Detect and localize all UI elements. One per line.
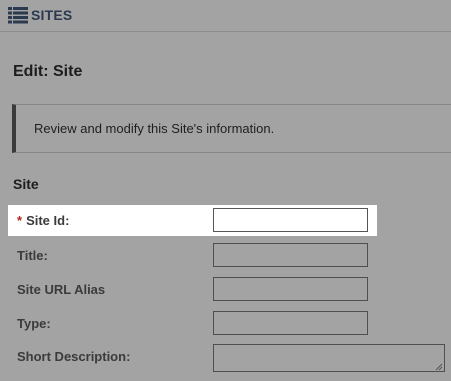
short-description-textarea[interactable] — [213, 344, 445, 372]
list-icon — [8, 7, 28, 24]
resize-handle-icon[interactable] — [435, 363, 443, 371]
sites-nav-link[interactable]: SITES — [8, 6, 72, 24]
type-row: Type: — [8, 308, 376, 338]
short-description-row: Short Description: — [8, 341, 451, 377]
page-title: Edit: Site — [13, 63, 83, 80]
title-input[interactable] — [213, 243, 368, 267]
required-marker: * — [17, 213, 23, 228]
instruction-box: Review and modify this Site's informatio… — [12, 104, 451, 153]
type-input[interactable] — [213, 311, 368, 335]
section-title: Site — [13, 176, 39, 192]
title-row: Title: — [8, 240, 376, 270]
title-label: Title: — [17, 248, 48, 263]
site-id-row: * Site Id: — [8, 205, 377, 236]
site-id-label-text: Site Id: — [26, 213, 70, 228]
type-label: Type: — [17, 316, 51, 331]
top-nav-bar: SITES — [0, 0, 451, 32]
instruction-text: Review and modify this Site's informatio… — [34, 121, 275, 136]
sites-label[interactable]: SITES — [31, 7, 72, 23]
site-url-alias-label: Site URL Alias — [17, 282, 106, 297]
site-id-input[interactable] — [213, 208, 368, 232]
site-id-label: * Site Id: — [17, 213, 69, 228]
site-url-alias-input[interactable] — [213, 277, 368, 301]
short-description-label: Short Description: — [17, 349, 131, 364]
site-url-alias-row: Site URL Alias — [8, 274, 376, 304]
